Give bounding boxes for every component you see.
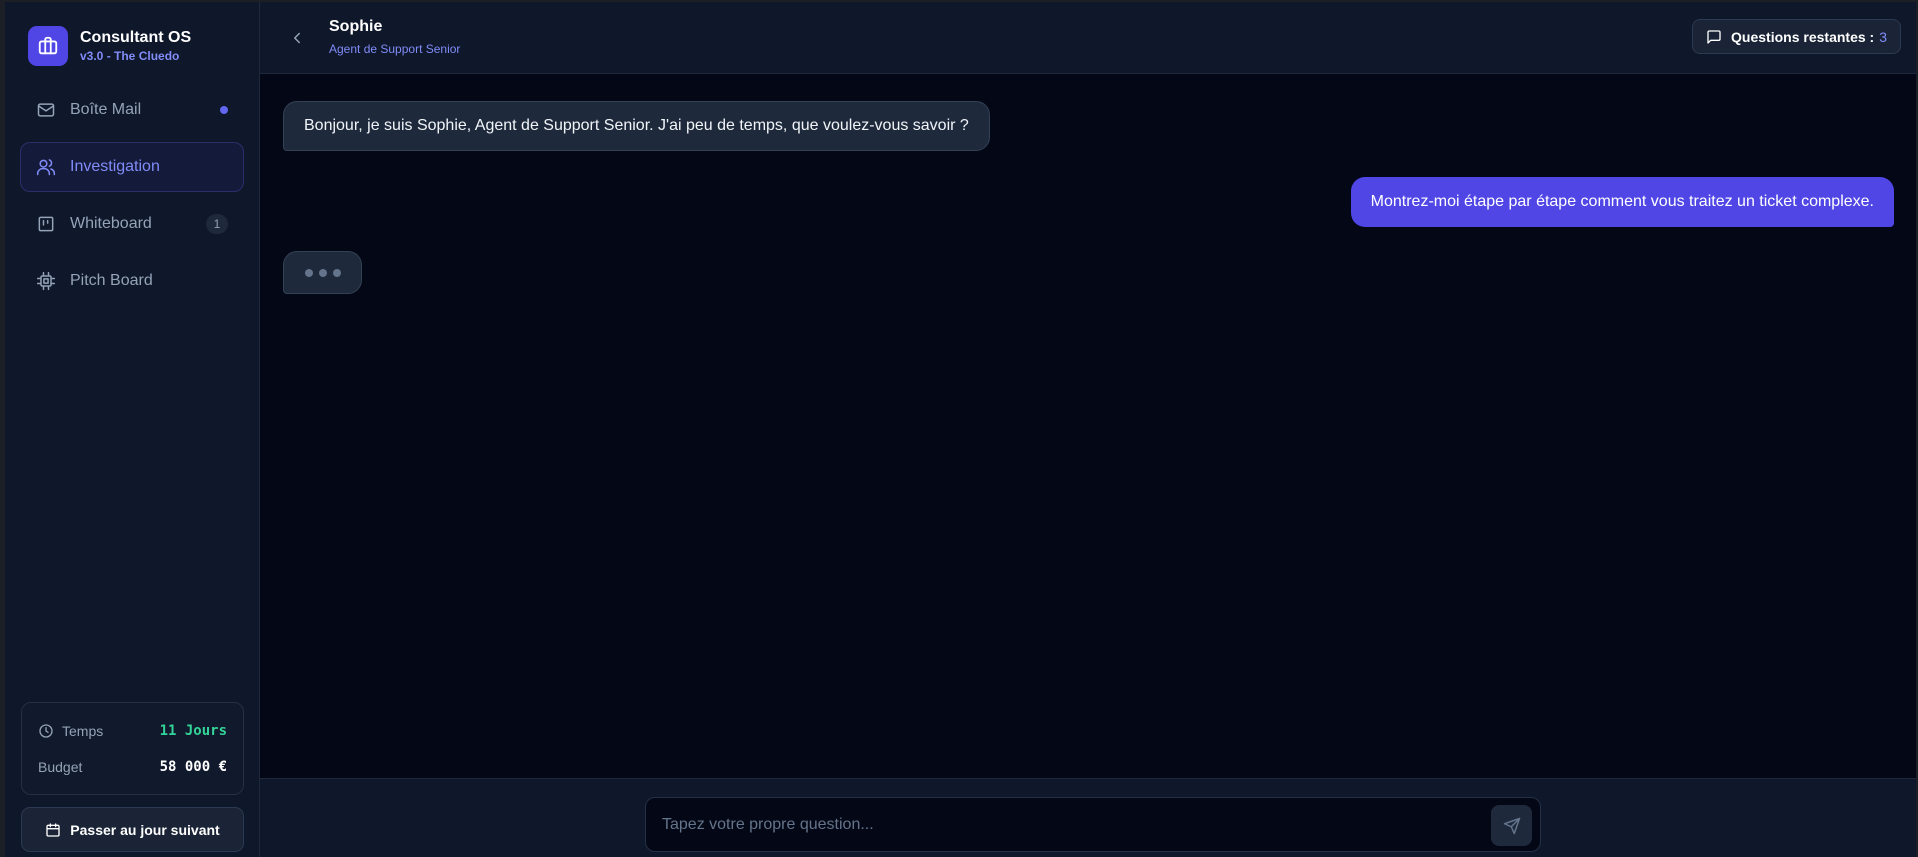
- back-button[interactable]: [277, 18, 317, 58]
- typing-dot: [304, 268, 313, 277]
- chat-panel: Sophie Agent de Support Senior Questions…: [260, 2, 1916, 857]
- chip-icon: [36, 271, 56, 291]
- time-label-wrap: Temps: [38, 723, 103, 739]
- sidebar-item-label: Whiteboard: [70, 215, 152, 232]
- time-label: Temps: [62, 723, 104, 739]
- send-icon: [1503, 817, 1521, 835]
- app-version: v3.0 - The Cluedo: [80, 48, 180, 63]
- agent-info: Sophie Agent de Support Senior: [329, 17, 460, 58]
- agent-message: Bonjour, je suis Sophie, Agent de Suppor…: [283, 101, 990, 151]
- user-message: Montrez-moi étape par étape comment vous…: [1350, 177, 1894, 227]
- sidebar-item-whiteboard[interactable]: Whiteboard 1: [20, 199, 244, 249]
- budget-label: Budget: [38, 759, 83, 775]
- message-list: Bonjour, je suis Sophie, Agent de Suppor…: [260, 74, 1916, 778]
- count-badge: 1: [206, 214, 228, 234]
- questions-count: 3: [1879, 28, 1887, 45]
- sidebar-item-investigation[interactable]: Investigation: [20, 142, 244, 192]
- chat-header: Sophie Agent de Support Senior Questions…: [260, 2, 1916, 74]
- sidebar: Consultant OS v3.0 - The Cluedo Boîte Ma…: [5, 2, 260, 857]
- typing-dot: [332, 268, 341, 277]
- sidebar-item-mail[interactable]: Boîte Mail: [20, 85, 244, 135]
- question-input-wrap: [645, 797, 1541, 852]
- unread-dot: [220, 106, 228, 114]
- mail-icon: [36, 100, 56, 120]
- app-title: Consultant OS: [80, 28, 192, 46]
- message-square-icon: [1706, 29, 1722, 45]
- agent-role: Agent de Support Senior: [329, 42, 461, 56]
- send-button[interactable]: [1491, 805, 1532, 846]
- questions-label: Questions restantes :: [1731, 28, 1875, 45]
- budget-value: 58 000 €: [159, 759, 227, 775]
- briefcase-icon: [28, 25, 68, 66]
- question-input[interactable]: [646, 798, 1540, 851]
- status-panel: Temps 11 Jours Budget 58 000 €: [21, 702, 244, 795]
- typing-indicator: [283, 251, 362, 294]
- sidebar-item-pitch-board[interactable]: Pitch Board: [20, 256, 244, 306]
- users-icon: [36, 157, 56, 177]
- sidebar-item-label: Pitch Board: [70, 272, 153, 289]
- next-day-button[interactable]: Passer au jour suivant: [21, 807, 244, 852]
- calendar-icon: [45, 822, 61, 838]
- time-value: 11 Jours: [159, 723, 227, 739]
- sidebar-item-label: Boîte Mail: [70, 101, 142, 118]
- typing-dot: [318, 268, 327, 277]
- main-nav: Boîte Mail Investigation Whiteboard 1 Pi…: [5, 85, 259, 313]
- agent-name: Sophie: [329, 18, 383, 35]
- next-day-label: Passer au jour suivant: [70, 821, 220, 838]
- chevron-left-icon: [288, 29, 306, 47]
- clock-icon: [38, 723, 54, 739]
- sidebar-item-label: Investigation: [70, 158, 160, 175]
- brand: Consultant OS v3.0 - The Cluedo: [5, 2, 259, 72]
- app-window: Consultant OS v3.0 - The Cluedo Boîte Ma…: [5, 2, 1916, 857]
- questions-remaining: Questions restantes : 3: [1692, 19, 1901, 54]
- board-icon: [36, 214, 56, 234]
- composer: [260, 778, 1916, 857]
